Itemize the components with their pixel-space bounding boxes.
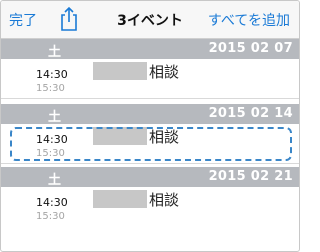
row-separator — [1, 163, 299, 164]
event-title: 相談 — [149, 191, 180, 209]
redacted-block — [93, 62, 147, 80]
section-header: 土 2015 02 07 — [1, 39, 299, 60]
day-of-week: 土 — [48, 173, 62, 188]
selection-highlight — [10, 127, 292, 161]
section-header: 土 2015 02 21 — [1, 167, 299, 188]
event-end-time: 15:30 — [36, 83, 65, 94]
event-start-time: 14:30 — [36, 68, 68, 81]
section-date: 2015 02 14 — [208, 106, 293, 121]
add-all-button[interactable]: すべてを追加 — [208, 10, 290, 30]
day-of-week: 土 — [48, 45, 62, 60]
event-start-time: 14:30 — [36, 196, 68, 209]
redacted-block — [93, 190, 147, 208]
event-row[interactable]: 14:30 15:30 相談 — [1, 187, 299, 227]
event-list-screen: 完了 3イベント すべてを追加 土 2015 02 07 14:30 15:30… — [0, 0, 300, 252]
navigation-bar: 完了 3イベント すべてを追加 — [1, 1, 299, 39]
event-end-time: 15:30 — [36, 211, 65, 222]
event-title: 相談 — [149, 63, 180, 81]
section-date: 2015 02 07 — [208, 41, 293, 56]
event-row[interactable]: 14:30 15:30 相談 — [1, 59, 299, 99]
section-date: 2015 02 21 — [208, 169, 293, 184]
section-header: 土 2015 02 14 — [1, 104, 299, 125]
day-of-week: 土 — [48, 110, 62, 125]
row-separator — [1, 98, 299, 99]
